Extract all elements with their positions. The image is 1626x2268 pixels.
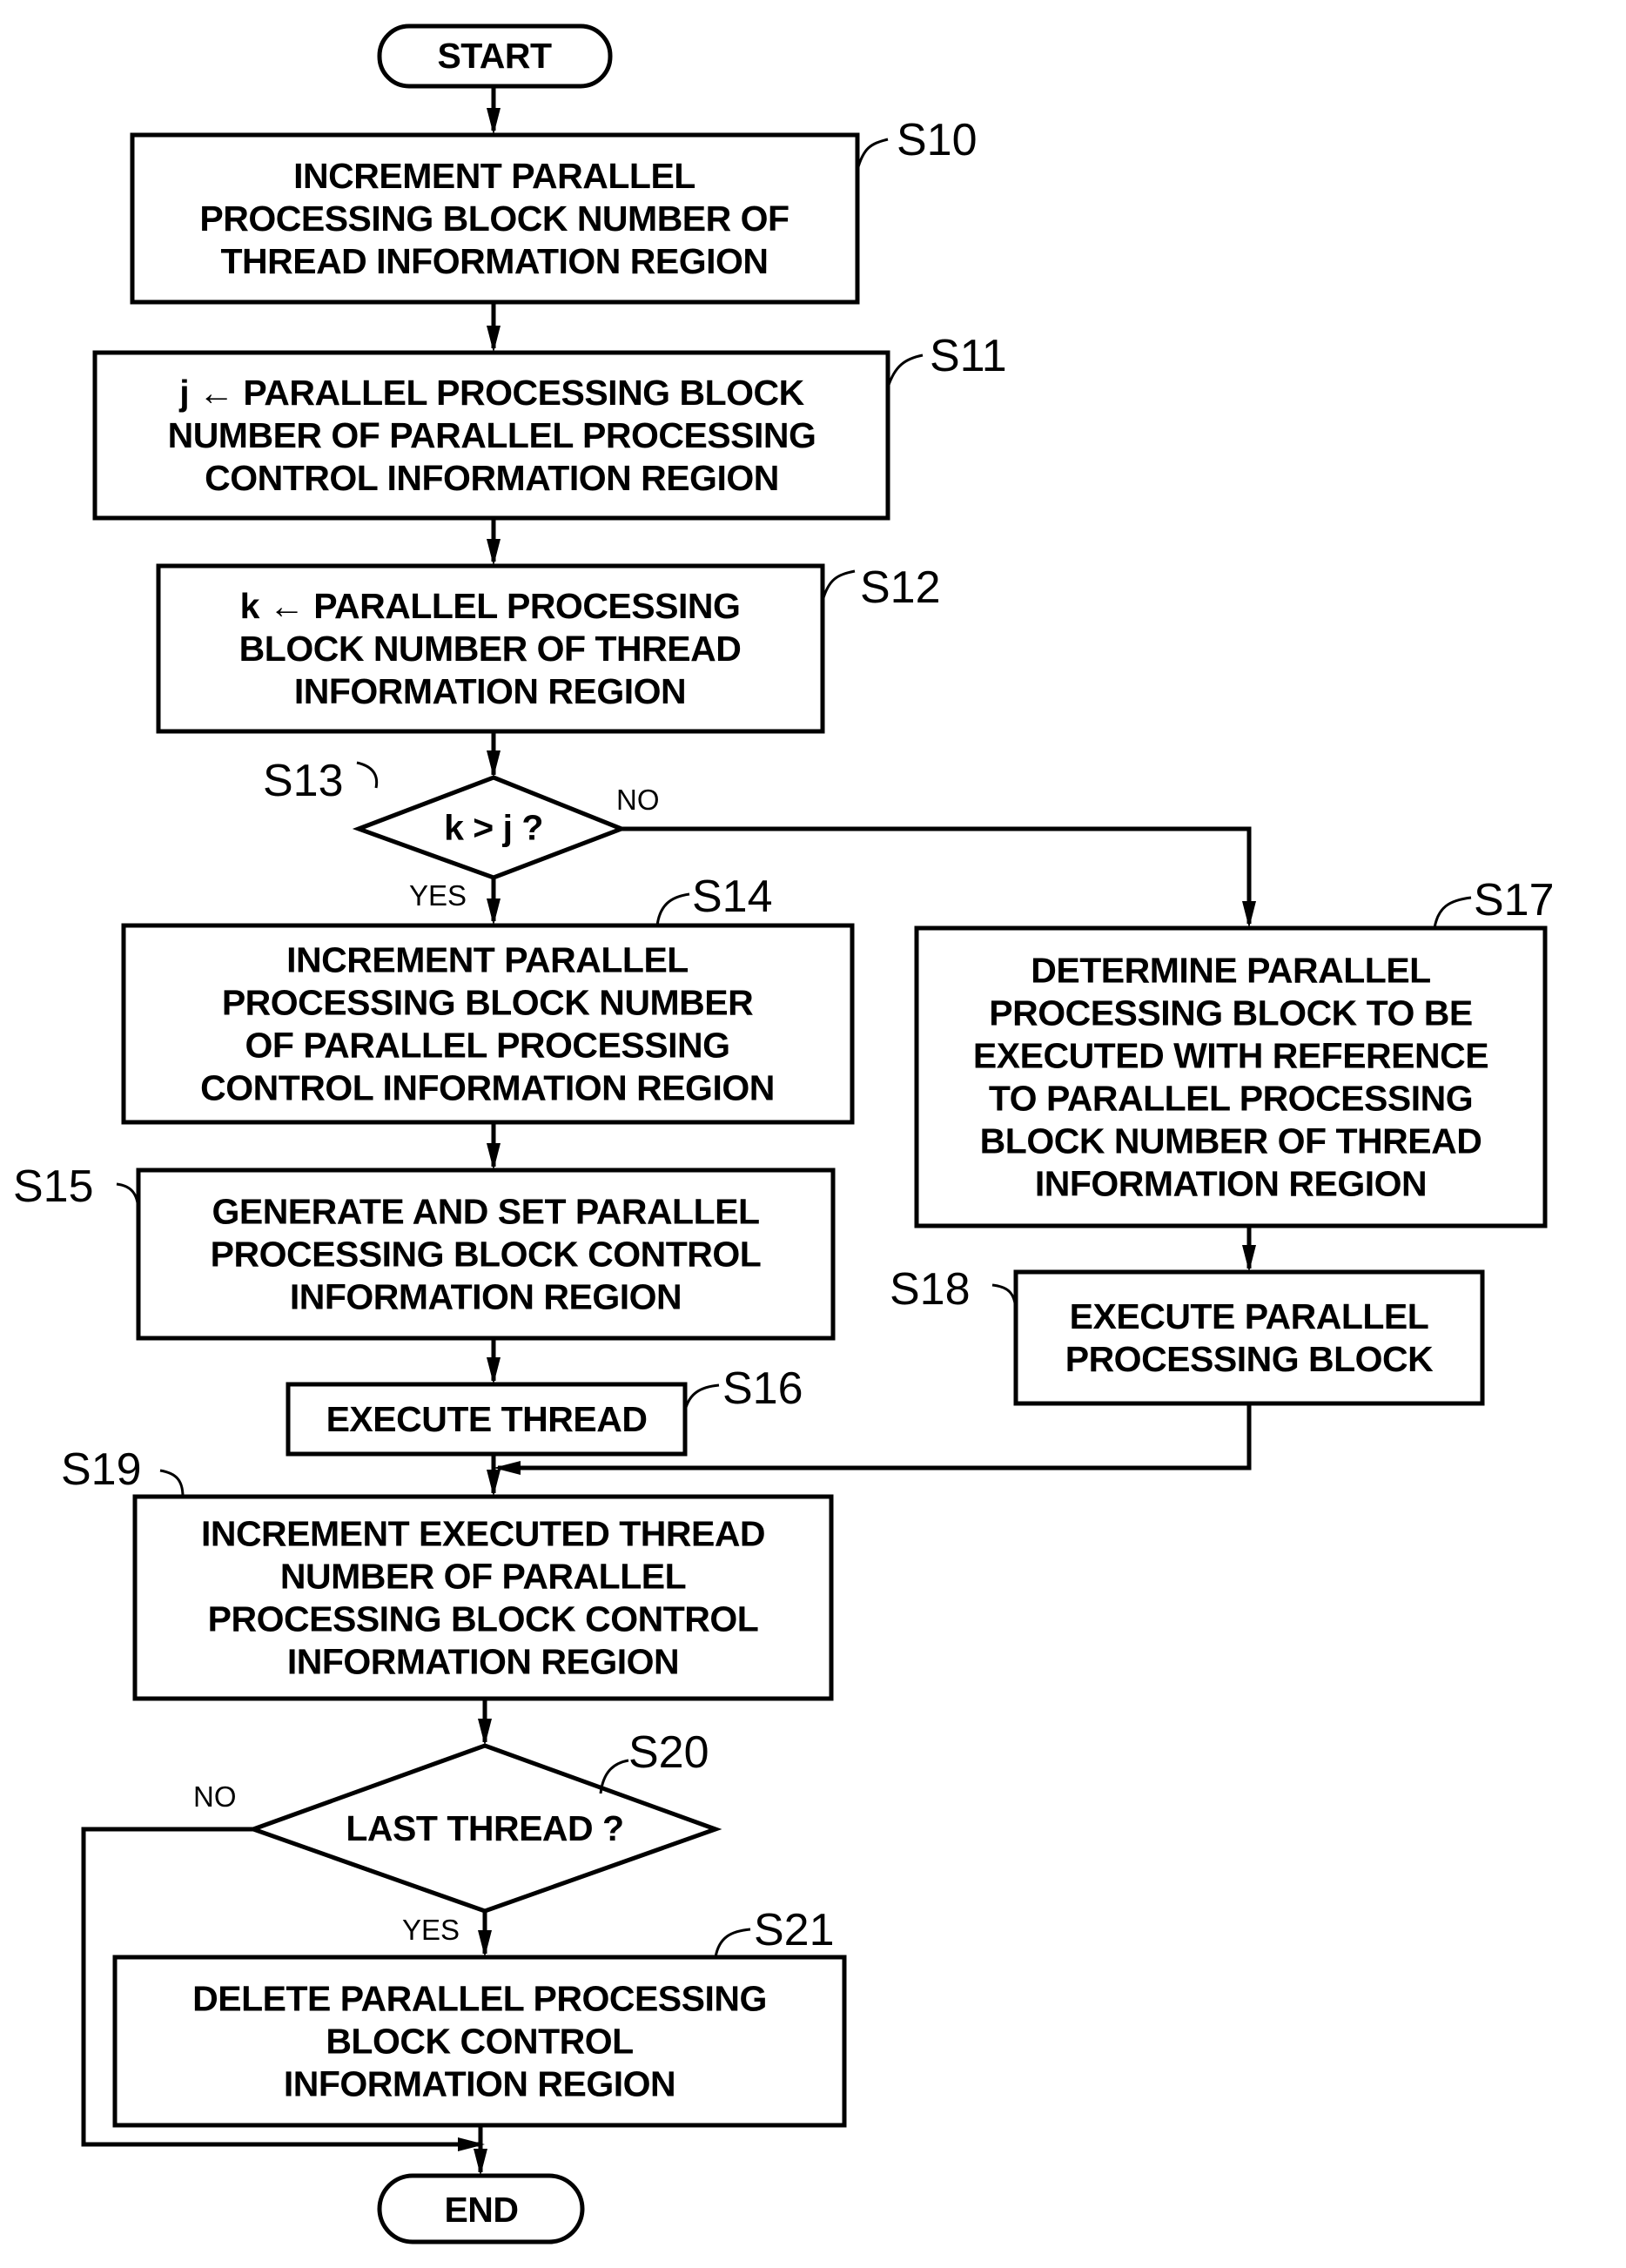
- arrow-s15-to-s16-head: [487, 1357, 501, 1384]
- step-s12-text-line: INFORMATION REGION: [294, 671, 686, 711]
- step-label-s13: S13: [263, 756, 344, 806]
- step-s21-text-line: DELETE PARALLEL PROCESSING: [192, 1979, 767, 2019]
- start-terminal: START: [377, 24, 613, 89]
- arrow-s16-to-s19-head: [487, 1470, 501, 1497]
- arrow-s13-yes-to-s14-head: [487, 898, 501, 925]
- step-s10-text-line: PROCESSING BLOCK NUMBER OF: [199, 199, 789, 239]
- step-s18-text-line: EXECUTE PARALLEL: [1070, 1296, 1429, 1336]
- step-s14-text-line: PROCESSING BLOCK NUMBER: [222, 983, 753, 1023]
- arrow-start-to-s10-head: [487, 108, 501, 135]
- step-label-s11: S11: [930, 331, 1007, 381]
- step-s17-text-line: PROCESSING BLOCK TO BE: [989, 993, 1472, 1033]
- arrow-s14-to-s15-head: [487, 1143, 501, 1170]
- step-s14-text-line: CONTROL INFORMATION REGION: [200, 1068, 775, 1108]
- step-s19-text-line: INCREMENT EXECUTED THREAD: [201, 1514, 765, 1554]
- step-s17-text-line: EXECUTED WITH REFERENCE: [973, 1036, 1488, 1076]
- step-label-s12: S12: [860, 562, 941, 613]
- step-s10-text-line: INCREMENT PARALLEL: [293, 156, 695, 196]
- arrow-s20-yes-to-s21-head: [478, 1930, 492, 1957]
- step-s17-text-line: BLOCK NUMBER OF THREAD: [980, 1121, 1482, 1161]
- step-s14-text-line: OF PARALLEL PROCESSING: [245, 1026, 730, 1066]
- step-label-s16: S16: [722, 1363, 803, 1414]
- step-s11-text-line: CONTROL INFORMATION REGION: [205, 458, 779, 498]
- s13-yes-label: YES: [409, 879, 467, 912]
- step-s17-text-line: TO PARALLEL PROCESSING: [989, 1079, 1473, 1119]
- start-label: START: [437, 36, 552, 76]
- end-terminal: END: [377, 2173, 585, 2244]
- step-s17-text-line: DETERMINE PARALLEL: [1031, 951, 1430, 991]
- step-label-s20: S20: [628, 1727, 709, 1778]
- step-s21-text-line: INFORMATION REGION: [284, 2064, 675, 2104]
- step-label-s10: S10: [897, 115, 978, 165]
- step-s12-text-line: BLOCK NUMBER OF THREAD: [239, 629, 742, 669]
- flowchart: START END S10 S11 S12 S13 S14 S17 S15 S1…: [13, 24, 1555, 2244]
- step-label-s21: S21: [754, 1905, 835, 1955]
- arrow-s13-no-to-s17-head: [1242, 901, 1256, 928]
- step-label-s14: S14: [692, 872, 773, 922]
- s13-no-label: NO: [616, 784, 660, 816]
- step-s11-text-line: j ← PARALLEL PROCESSING BLOCK: [178, 373, 804, 413]
- step-s15-text-line: INFORMATION REGION: [290, 1277, 682, 1317]
- step-s19-text-line: NUMBER OF PARALLEL: [280, 1557, 686, 1597]
- step-s18: [1013, 1269, 1485, 1406]
- step-s13-text-line: k > j ?: [444, 808, 543, 848]
- step-s14-text-line: INCREMENT PARALLEL: [286, 940, 689, 980]
- step-label-s15: S15: [13, 1161, 94, 1212]
- step-label-s18: S18: [890, 1264, 971, 1315]
- s20-no-label: NO: [193, 1780, 237, 1813]
- end-label: END: [444, 2190, 518, 2230]
- step-s16-text-line: EXECUTE THREAD: [326, 1399, 648, 1439]
- step-s12-text-line: k ← PARALLEL PROCESSING: [240, 586, 741, 626]
- arrow-s10-to-s11-head: [487, 326, 501, 353]
- s20-yes-label: YES: [402, 1914, 460, 1946]
- step-s10-text-line: THREAD INFORMATION REGION: [220, 241, 768, 281]
- arrow-s19-to-s20-head: [478, 1719, 492, 1746]
- step-s20-text-line: LAST THREAD ?: [346, 1808, 623, 1848]
- arrow-s17-to-s18-head: [1242, 1245, 1256, 1272]
- step-s15-text-line: PROCESSING BLOCK CONTROL: [211, 1235, 762, 1275]
- step-s21-text-line: BLOCK CONTROL: [326, 2022, 633, 2062]
- step-s17-text-line: INFORMATION REGION: [1035, 1164, 1427, 1204]
- step-s19-text-line: PROCESSING BLOCK CONTROL: [208, 1599, 759, 1639]
- step-s11-text-line: NUMBER OF PARALLEL PROCESSING: [168, 415, 816, 455]
- arrow-s12-to-s13-head: [487, 750, 501, 777]
- step-s19-text-line: INFORMATION REGION: [287, 1642, 679, 1682]
- arrow-s21-to-end-head: [474, 2149, 487, 2176]
- step-label-s19: S19: [61, 1444, 142, 1495]
- arrow-s11-to-s12-head: [487, 539, 501, 566]
- step-s18-text-line: PROCESSING BLOCK: [1065, 1339, 1434, 1379]
- step-label-s17: S17: [1474, 875, 1555, 925]
- step-s15-text-line: GENERATE AND SET PARALLEL: [212, 1192, 759, 1232]
